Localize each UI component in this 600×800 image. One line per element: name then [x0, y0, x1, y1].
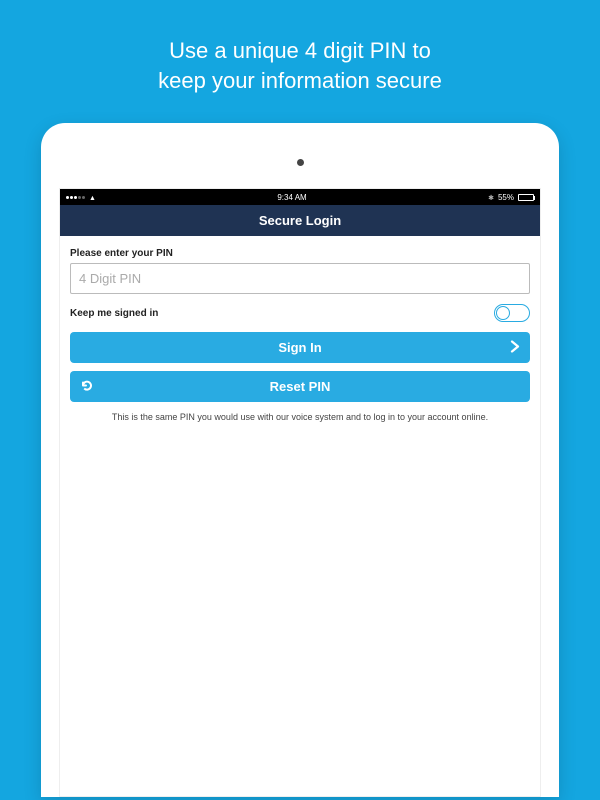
promo-headline: Use a unique 4 digit PIN to keep your in…: [0, 0, 600, 123]
tablet-frame: 9:34 AM 55% Secure Login Please enter yo…: [41, 123, 559, 797]
status-bar-left: [66, 193, 96, 202]
bluetooth-icon: [488, 193, 494, 202]
wifi-icon: [89, 193, 96, 202]
page-title: Secure Login: [60, 205, 540, 236]
tablet-camera: [297, 159, 304, 166]
toggle-knob: [496, 306, 510, 320]
promo-line-1: Use a unique 4 digit PIN to: [40, 36, 560, 66]
status-bar: 9:34 AM 55%: [60, 189, 540, 205]
status-bar-right: 55%: [488, 193, 534, 202]
pin-input[interactable]: [70, 263, 530, 294]
battery-percent: 55%: [498, 193, 514, 202]
reset-pin-label: Reset PIN: [270, 379, 331, 394]
pin-label: Please enter your PIN: [70, 248, 530, 259]
refresh-icon: [80, 378, 94, 395]
sign-in-label: Sign In: [278, 340, 321, 355]
login-form: Please enter your PIN Keep me signed in …: [60, 236, 540, 796]
keep-signed-toggle[interactable]: [494, 304, 530, 322]
battery-icon: [518, 194, 534, 201]
reset-pin-button[interactable]: Reset PIN: [70, 371, 530, 402]
chevron-right-icon: [510, 340, 520, 355]
promo-line-2: keep your information secure: [40, 66, 560, 96]
status-bar-time: 9:34 AM: [277, 193, 306, 202]
app-screen: 9:34 AM 55% Secure Login Please enter yo…: [59, 188, 541, 797]
keep-signed-label: Keep me signed in: [70, 308, 158, 319]
sign-in-button[interactable]: Sign In: [70, 332, 530, 363]
info-text: This is the same PIN you would use with …: [72, 412, 528, 422]
signal-strength-icon: [66, 196, 85, 199]
keep-signed-row: Keep me signed in: [70, 304, 530, 322]
